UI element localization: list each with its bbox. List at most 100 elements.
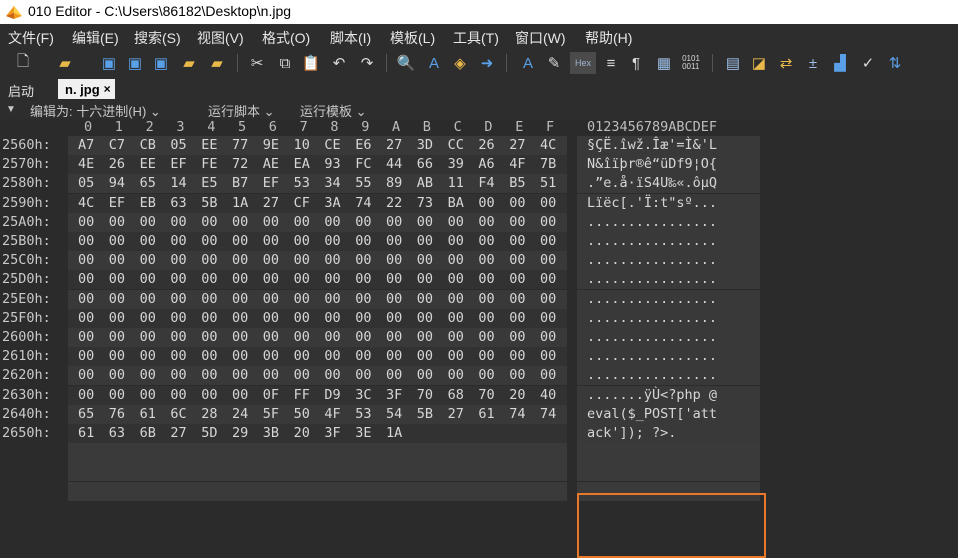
hex-byte[interactable]: EF <box>263 175 279 191</box>
hex-byte[interactable]: 26 <box>109 156 125 172</box>
save-all-icon[interactable]: ▣ <box>150 52 172 74</box>
hex-byte[interactable]: 27 <box>509 137 525 153</box>
hex-byte[interactable]: 00 <box>294 329 310 345</box>
hex-bytes-cell[interactable]: 00 00 00 00 00 00 00 00 00 00 00 00 00 00 00 00 <box>68 232 567 251</box>
hex-byte[interactable]: 00 <box>140 214 156 230</box>
hex-byte[interactable]: 00 <box>294 233 310 249</box>
hex-byte[interactable]: 0F <box>263 387 279 403</box>
hex-byte[interactable]: 00 <box>263 214 279 230</box>
hex-byte[interactable]: 11 <box>448 175 464 191</box>
ascii-cell[interactable]: ................ <box>577 212 760 232</box>
hex-byte[interactable]: 00 <box>78 329 94 345</box>
hex-byte[interactable]: 00 <box>109 387 125 403</box>
hex-byte[interactable]: 4C <box>540 137 556 153</box>
save-as-icon[interactable]: ▣ <box>124 52 146 74</box>
hex-byte[interactable]: 00 <box>232 310 248 326</box>
hex-byte[interactable]: 00 <box>294 214 310 230</box>
hex-byte[interactable]: 00 <box>109 367 125 383</box>
hex-byte[interactable]: 00 <box>201 387 217 403</box>
run-script-dropdown[interactable]: 运行脚本 ⌄ <box>208 101 275 120</box>
hex-byte[interactable]: 00 <box>78 310 94 326</box>
base-convert-icon[interactable]: ⇅ <box>884 52 906 74</box>
menu-script[interactable]: 脚本(I) <box>330 28 371 48</box>
ascii-cell[interactable]: ................ <box>577 251 760 271</box>
hex-byte[interactable]: F4 <box>478 175 494 191</box>
hex-byte[interactable]: 00 <box>201 348 217 364</box>
hex-byte[interactable]: 00 <box>263 329 279 345</box>
hex-byte[interactable]: 00 <box>355 214 371 230</box>
hex-byte[interactable]: 00 <box>478 291 494 307</box>
hex-byte[interactable]: 54 <box>386 406 402 422</box>
hex-byte[interactable]: 00 <box>109 310 125 326</box>
hex-byte[interactable]: 00 <box>201 367 217 383</box>
hex-byte[interactable]: 00 <box>386 214 402 230</box>
hex-byte[interactable]: CB <box>140 137 156 153</box>
hex-byte[interactable]: C7 <box>109 137 125 153</box>
hex-byte[interactable]: 70 <box>417 387 433 403</box>
ascii-text[interactable]: ................ <box>587 271 717 287</box>
hex-byte[interactable]: 7B <box>540 156 556 172</box>
hex-byte[interactable]: 00 <box>232 214 248 230</box>
hex-byte[interactable]: 29 <box>232 425 248 441</box>
hex-byte[interactable]: 00 <box>170 291 186 307</box>
hex-byte[interactable]: 76 <box>109 406 125 422</box>
hex-byte[interactable]: FE <box>201 156 217 172</box>
hex-byte[interactable]: 26 <box>478 137 494 153</box>
hex-byte[interactable]: 00 <box>386 233 402 249</box>
hex-byte[interactable]: 00 <box>294 271 310 287</box>
hex-byte[interactable]: 70 <box>478 387 494 403</box>
hex-byte[interactable]: 00 <box>294 310 310 326</box>
hex-byte[interactable]: 00 <box>324 271 340 287</box>
hex-byte[interactable]: 00 <box>509 195 525 211</box>
hex-byte[interactable]: 65 <box>78 406 94 422</box>
hex-byte[interactable]: 00 <box>355 233 371 249</box>
hex-byte[interactable]: 53 <box>294 175 310 191</box>
hex-byte[interactable]: 00 <box>540 233 556 249</box>
hex-byte[interactable]: 00 <box>417 233 433 249</box>
hex-byte[interactable]: 27 <box>263 195 279 211</box>
hex-byte[interactable]: 68 <box>448 387 464 403</box>
tab-start[interactable]: 启动 <box>8 81 34 100</box>
ascii-text[interactable]: ................ <box>587 329 717 345</box>
hex-byte[interactable]: 00 <box>448 348 464 364</box>
hex-byte[interactable]: 00 <box>448 367 464 383</box>
hex-bytes-cell[interactable]: A7 C7 CB 05 EE 77 9E 10 CE E6 27 3D CC 26 27 4C <box>68 136 567 155</box>
redo-icon[interactable]: ↷ <box>356 52 378 74</box>
hex-byte[interactable]: 5D <box>201 425 217 441</box>
hex-byte[interactable]: 4F <box>509 156 525 172</box>
hex-bytes-cell[interactable]: 65 76 61 6C 28 24 5F 50 4F 53 54 5B 27 61 74 74 <box>68 404 567 424</box>
menu-window[interactable]: 窗口(W) <box>515 28 566 48</box>
hex-byte[interactable]: 53 <box>355 406 371 422</box>
hex-byte[interactable]: AB <box>417 175 433 191</box>
hex-byte[interactable]: 00 <box>294 367 310 383</box>
hex-byte[interactable]: E6 <box>355 137 371 153</box>
paste-icon[interactable]: 📋 <box>300 52 322 74</box>
hex-byte[interactable]: 00 <box>140 387 156 403</box>
hex-byte[interactable]: 74 <box>509 406 525 422</box>
hex-byte[interactable]: 00 <box>386 329 402 345</box>
hex-byte[interactable]: 00 <box>78 271 94 287</box>
ascii-cell[interactable]: ................ <box>577 347 760 367</box>
hex-bytes-cell[interactable] <box>68 443 567 463</box>
hex-byte[interactable]: 00 <box>294 348 310 364</box>
hex-byte[interactable]: 00 <box>386 291 402 307</box>
hex-bytes-cell[interactable] <box>68 481 567 501</box>
highlight-icon[interactable]: ✎ <box>543 52 565 74</box>
hex-byte[interactable]: 22 <box>386 195 402 211</box>
hex-byte[interactable]: 00 <box>324 291 340 307</box>
hex-byte[interactable]: EF <box>170 156 186 172</box>
hex-byte[interactable]: 00 <box>109 271 125 287</box>
hex-byte[interactable]: 00 <box>478 195 494 211</box>
hex-byte[interactable]: 00 <box>509 291 525 307</box>
hex-byte[interactable]: 4C <box>78 195 94 211</box>
hex-byte[interactable]: 44 <box>386 156 402 172</box>
save-icon[interactable]: ▣ <box>98 52 120 74</box>
hex-byte[interactable]: 00 <box>263 271 279 287</box>
ascii-text[interactable]: ................ <box>587 348 717 364</box>
hex-byte[interactable]: 00 <box>201 329 217 345</box>
hex-bytes-cell[interactable]: 00 00 00 00 00 00 0F FF D9 3C 3F 70 68 70 20 40 <box>68 385 567 405</box>
find-icon[interactable]: 🔍 <box>395 52 417 74</box>
hex-byte[interactable]: EA <box>294 156 310 172</box>
ascii-cell[interactable]: ................ <box>577 366 760 386</box>
hex-byte[interactable]: 55 <box>355 175 371 191</box>
